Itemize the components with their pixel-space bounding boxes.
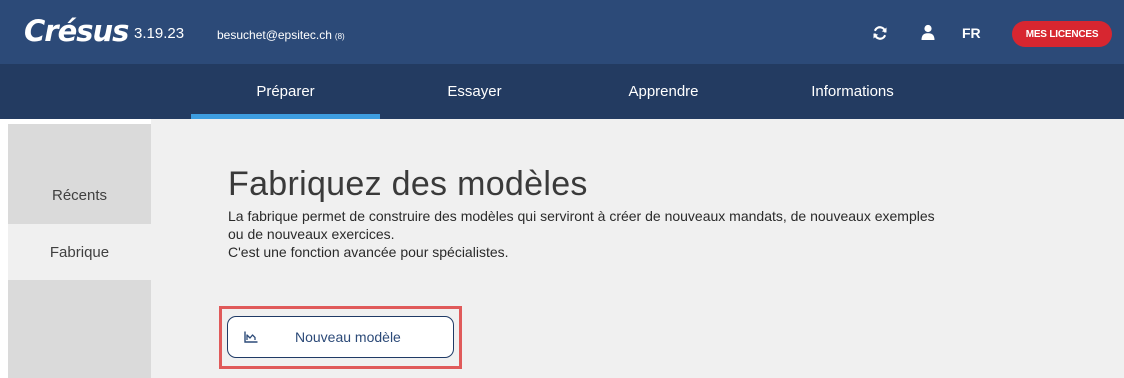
tab-label: Apprendre	[628, 83, 699, 100]
refresh-icon[interactable]	[872, 25, 888, 41]
top-header: Crésus 3.19.23 besuchet@epsitec.ch (8) FR…	[0, 0, 1124, 64]
description-line: C'est une fonction avancée pour spéciali…	[228, 244, 509, 260]
new-model-label: Nouveau modèle	[295, 329, 401, 345]
tab-apprendre[interactable]: Apprendre	[569, 64, 758, 119]
tab-label: Essayer	[447, 83, 502, 100]
description-line: ou de nouveaux exercices.	[228, 226, 395, 242]
email-text: besuchet@epsitec.ch	[217, 28, 332, 42]
tab-informations[interactable]: Informations	[758, 64, 947, 119]
sidebar-item-fabrique[interactable]: Fabrique	[8, 224, 151, 280]
my-licences-button[interactable]: MES LICENCES	[1012, 21, 1112, 47]
sidebar-item-label: Fabrique	[49, 243, 110, 261]
tab-label: Informations	[811, 83, 894, 100]
sidebar-item-recents[interactable]: Récents	[8, 167, 151, 223]
app-window: Crésus 3.19.23 besuchet@epsitec.ch (8) FR…	[0, 0, 1124, 378]
page-title: Fabriquez des modèles	[228, 165, 588, 203]
email-count: (8)	[334, 32, 345, 41]
left-edge	[0, 124, 8, 378]
cresus-logo[interactable]: Crésus	[24, 14, 129, 48]
tab-label: Préparer	[256, 83, 315, 100]
description-line: La fabrique permet de construire des mod…	[228, 208, 935, 224]
sidebar: Récents Fabrique	[8, 124, 151, 378]
user-email[interactable]: besuchet@epsitec.ch (8)	[217, 28, 345, 42]
version-label: 3.19.23	[134, 25, 185, 42]
user-icon[interactable]	[920, 24, 936, 40]
chart-icon	[244, 331, 258, 343]
page-description: La fabrique permet de construire des mod…	[228, 207, 1048, 261]
tab-essayer[interactable]: Essayer	[380, 64, 569, 119]
language-selector[interactable]: FR	[962, 25, 981, 41]
sidebar-item-label: Récents	[51, 186, 108, 204]
tab-preparer[interactable]: Préparer	[191, 64, 380, 119]
main-nav: Préparer Essayer Apprendre Informations	[0, 64, 1124, 119]
